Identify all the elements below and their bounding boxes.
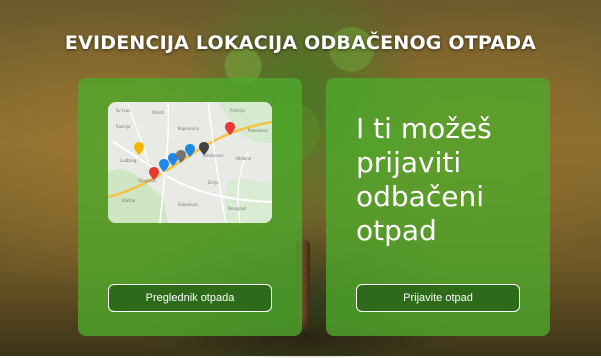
svg-text:Sokolovac: Sokolovac xyxy=(178,202,198,207)
svg-text:Peteranec: Peteranec xyxy=(248,128,268,133)
svg-text:Drnje: Drnje xyxy=(208,180,219,185)
map-graphic: Sv Ivan Obrež Prekrije Rasinja Koprivnica P… xyxy=(108,102,272,223)
svg-text:Prekrije: Prekrije xyxy=(230,108,246,113)
map-thumbnail[interactable]: Sv Ivan Obrež Prekrije Rasinja Koprivnica P… xyxy=(108,102,272,223)
svg-text:Obrež: Obrež xyxy=(152,110,164,115)
cta-line-3: odbačeni xyxy=(356,180,484,213)
page-title: EVIDENCIJA LOKACIJA ODBAČENOG OTPADA xyxy=(64,32,537,54)
report-waste-button[interactable]: Prijavite otpad xyxy=(356,284,520,312)
cta-line-1: I ti možeš xyxy=(356,112,492,145)
svg-text:Ludbreg: Ludbreg xyxy=(120,158,137,163)
waste-browser-card: Sv Ivan Obrež Prekrije Rasinja Koprivnica P… xyxy=(78,78,302,336)
svg-text:Hlebine: Hlebine xyxy=(236,156,252,161)
svg-text:Kloštar: Kloštar xyxy=(122,198,136,203)
report-cta-text: I ti možeš prijaviti odbačeni otpad xyxy=(356,112,536,248)
svg-text:Koprivnica: Koprivnica xyxy=(178,126,199,131)
cta-line-2: prijaviti xyxy=(356,146,462,179)
svg-text:Rasinja: Rasinja xyxy=(116,124,131,129)
cta-line-4: otpad xyxy=(356,214,437,247)
report-waste-card: I ti možeš prijaviti odbačeni otpad Prij… xyxy=(326,78,550,336)
svg-text:Sv Ivan: Sv Ivan xyxy=(116,108,131,113)
waste-browser-button[interactable]: Preglednik otpada xyxy=(108,284,272,312)
svg-text:Đelekovec: Đelekovec xyxy=(203,153,224,158)
svg-text:Novigrad: Novigrad xyxy=(228,206,247,211)
